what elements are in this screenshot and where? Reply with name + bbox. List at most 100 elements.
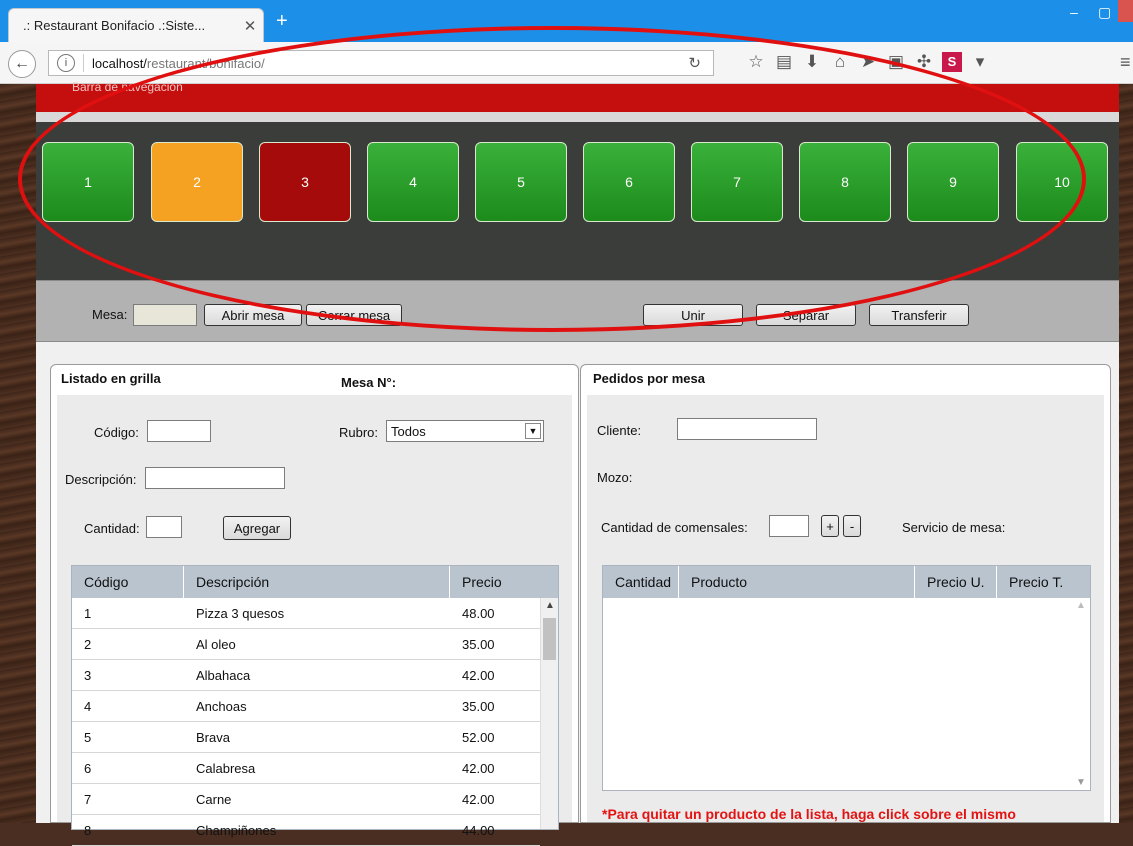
table-number-label: Mesa N°: (341, 375, 397, 390)
row-price: 52.00 (462, 730, 495, 745)
back-arrow-icon[interactable]: ← (8, 50, 36, 78)
reload-icon[interactable]: ↻ (688, 54, 701, 72)
url-bar[interactable]: i localhost/restaurant/bonifacio/ ↻ (48, 50, 714, 76)
row-description: Anchoas (196, 699, 247, 714)
table-row[interactable]: 5 Brava 52.00 (72, 722, 540, 753)
bookmark-star-icon[interactable]: ☆ (742, 52, 770, 72)
orders-grid-header: Cantidad Producto Precio U. Precio T. (603, 566, 1090, 598)
row-description: Champiñones (196, 823, 277, 838)
browser-tabbar: .: Restaurant Bonifacio .:Siste... ✕ + –… (0, 0, 1133, 42)
s-extension-icon[interactable]: S (942, 52, 962, 72)
col-header-code[interactable]: Código (72, 566, 184, 598)
col-header-price[interactable]: Precio (450, 566, 558, 598)
scroll-thumb[interactable] (543, 618, 556, 660)
transfer-table-button[interactable]: Transferir (869, 304, 969, 326)
dropdown-arrow-icon[interactable]: ▾ (966, 52, 994, 72)
row-code: 6 (84, 761, 92, 776)
home-icon[interactable]: ⌂ (826, 52, 854, 72)
table-row[interactable]: 2 Al oleo 35.00 (72, 629, 540, 660)
table-row[interactable]: 4 Anchoas 35.00 (72, 691, 540, 722)
wood-background-right (1119, 84, 1133, 823)
col-header-quantity[interactable]: Cantidad (603, 566, 679, 598)
toolbar-icons: ☆ ▤ ⬇ ⌂ ➤ ▣ ✣ S ▾ (742, 52, 994, 72)
new-tab-icon[interactable]: + (276, 10, 288, 33)
join-tables-button[interactable]: Unir (643, 304, 743, 326)
table-button-5[interactable]: 5 (475, 142, 567, 222)
info-icon[interactable]: i (57, 54, 75, 72)
row-description: Al oleo (196, 637, 236, 652)
send-icon[interactable]: ➤ (854, 52, 882, 72)
scroll-up-icon[interactable]: ▲ (545, 600, 555, 611)
row-description: Calabresa (196, 761, 256, 776)
table-button-1[interactable]: 1 (42, 142, 134, 222)
products-grid-header: Código Descripción Precio (72, 566, 558, 598)
url-path: restaurant/bonifacio/ (146, 55, 265, 71)
reading-list-icon[interactable]: ▤ (770, 52, 798, 72)
col-header-product[interactable]: Producto (679, 566, 915, 598)
description-label: Descripción: (65, 472, 137, 487)
orders-scrollbar[interactable]: ▲ ▼ (1072, 598, 1090, 790)
table-button-10[interactable]: 10 (1016, 142, 1108, 222)
row-price: 35.00 (462, 699, 495, 714)
table-button-9[interactable]: 9 (907, 142, 999, 222)
table-orders-body: Cliente: Mozo: Cantidad de comensales: +… (587, 395, 1104, 822)
increment-diners-button[interactable]: + (821, 515, 839, 537)
open-table-button[interactable]: Abrir mesa (204, 304, 302, 326)
col-header-total-price[interactable]: Precio T. (997, 566, 1090, 598)
quantity-input[interactable] (146, 516, 182, 538)
table-row[interactable]: 6 Calabresa 42.00 (72, 753, 540, 784)
row-price: 48.00 (462, 606, 495, 621)
close-table-button[interactable]: Cerrar mesa (306, 304, 402, 326)
close-tab-icon[interactable]: ✕ (237, 17, 263, 35)
mesa-input[interactable] (133, 304, 197, 326)
download-icon[interactable]: ⬇ (798, 52, 826, 72)
client-label: Cliente: (597, 423, 642, 438)
scroll-up-icon[interactable]: ▲ (1076, 600, 1086, 611)
header-divider (36, 112, 1119, 122)
table-row[interactable]: 7 Carne 42.00 (72, 784, 540, 815)
row-description: Carne (196, 792, 232, 807)
add-product-button[interactable]: Agregar (223, 516, 291, 540)
scroll-down-icon[interactable]: ▼ (1076, 777, 1086, 788)
col-header-unit-price[interactable]: Precio U. (915, 566, 997, 598)
decrement-diners-button[interactable]: - (843, 515, 861, 537)
orders-grid: Cantidad Producto Precio U. Precio T. ▲ … (602, 565, 1091, 791)
browser-navbar: ← i localhost/restaurant/bonifacio/ ↻ ☆ … (0, 42, 1133, 84)
menu-icon[interactable]: ≡ (1120, 52, 1131, 73)
category-select[interactable]: Todos ▼ (386, 420, 544, 442)
chevron-down-icon[interactable]: ▼ (525, 423, 541, 439)
code-label: Código: (94, 425, 139, 440)
row-code: 3 (84, 668, 92, 683)
window-close-icon[interactable] (1118, 0, 1133, 22)
diners-input[interactable] (769, 515, 809, 537)
code-input[interactable] (147, 420, 211, 442)
table-button-6[interactable]: 6 (583, 142, 675, 222)
row-code: 8 (84, 823, 92, 838)
table-row[interactable]: 3 Albahaca 42.00 (72, 660, 540, 691)
row-price: 44.00 (462, 823, 495, 838)
grid-listing-card: Listado en grilla Mesa N°: Código: Rubro… (50, 364, 579, 846)
wood-background-left (0, 84, 36, 823)
row-price: 42.00 (462, 668, 495, 683)
products-scrollbar[interactable]: ▲ (540, 598, 558, 829)
row-code: 1 (84, 606, 92, 621)
browser-tab[interactable]: .: Restaurant Bonifacio .:Siste... ✕ (8, 8, 264, 42)
row-description: Pizza 3 quesos (196, 606, 285, 621)
screenshot-icon[interactable]: ▣ (882, 52, 910, 72)
col-header-description[interactable]: Descripción (184, 566, 450, 598)
minimize-icon[interactable]: – (1070, 4, 1078, 20)
client-input[interactable] (677, 418, 817, 440)
table-button-8[interactable]: 8 (799, 142, 891, 222)
table-row[interactable]: 1 Pizza 3 quesos 48.00 (72, 598, 540, 629)
table-row[interactable]: 8 Champiñones 44.00 (72, 815, 540, 846)
separate-tables-button[interactable]: Separar (756, 304, 856, 326)
nav-bar-text: Barra de navegación (72, 80, 183, 94)
extension-icon[interactable]: ✣ (910, 52, 938, 72)
table-button-3[interactable]: 3 (259, 142, 351, 222)
diners-label: Cantidad de comensales: (601, 520, 748, 535)
table-button-4[interactable]: 4 (367, 142, 459, 222)
table-button-7[interactable]: 7 (691, 142, 783, 222)
description-input[interactable] (145, 467, 285, 489)
table-button-2[interactable]: 2 (151, 142, 243, 222)
maximize-icon[interactable]: ▢ (1098, 4, 1111, 21)
